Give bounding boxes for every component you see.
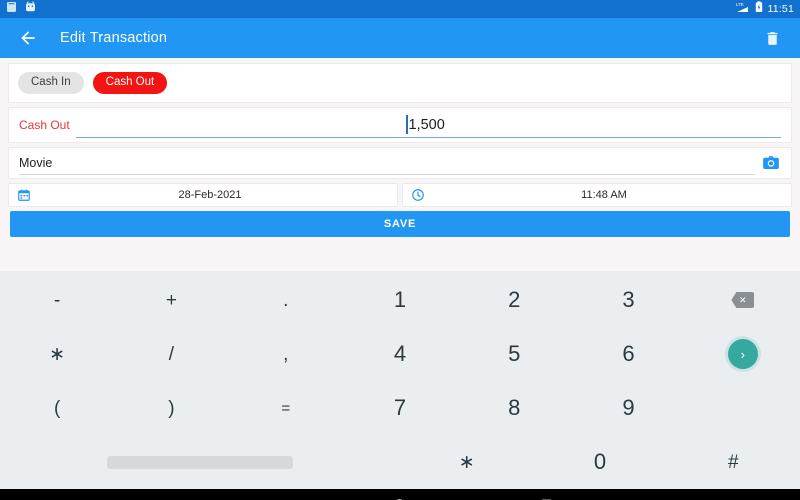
- note-value: Movie: [19, 155, 53, 170]
- arrow-left-icon: [21, 31, 35, 45]
- key-paren-open[interactable]: (: [0, 381, 114, 435]
- key-equals-glyph: =: [281, 399, 291, 417]
- key-comma-glyph: ,: [283, 343, 289, 365]
- chip-cash-in[interactable]: Cash In: [18, 72, 84, 94]
- key-slash[interactable]: /: [114, 327, 228, 381]
- status-bar-system: LTE 11:51: [736, 0, 795, 18]
- keyboard-row: ∗ /, 4 5 6 ›: [0, 327, 800, 381]
- camera-icon: [763, 156, 779, 169]
- key-8[interactable]: 8: [457, 381, 571, 435]
- type-chips-row: Cash In Cash Out: [8, 63, 792, 103]
- key-paren-close[interactable]: ): [114, 381, 228, 435]
- transaction-form: Cash In Cash Out Cash Out 1,500 Movie 28…: [0, 58, 800, 271]
- backspace-x-glyph: ✕: [739, 294, 747, 305]
- camera-button[interactable]: [761, 153, 781, 173]
- calendar-icon: [18, 189, 30, 201]
- date-value: 28-Feb-2021: [178, 189, 242, 201]
- amount-value: 1,500: [408, 116, 445, 133]
- key-minus-glyph: -: [53, 289, 61, 311]
- amount-row: Cash Out 1,500: [8, 107, 792, 143]
- time-picker[interactable]: 11:48 AM: [402, 183, 792, 207]
- nav-home-button[interactable]: [387, 492, 413, 500]
- key-paren-close-glyph: ): [168, 397, 175, 419]
- key-9[interactable]: 9: [571, 381, 685, 435]
- key-4[interactable]: 4: [343, 327, 457, 381]
- text-caret: [406, 115, 408, 134]
- key-1-glyph: 1: [393, 287, 407, 312]
- key-blank-1: [686, 381, 800, 435]
- app-bar: Edit Transaction: [0, 18, 800, 58]
- key-0-glyph: 0: [593, 449, 607, 474]
- date-picker[interactable]: 28-Feb-2021: [8, 183, 398, 207]
- chip-cash-out[interactable]: Cash Out: [92, 72, 168, 94]
- delete-button[interactable]: [760, 26, 784, 50]
- datetime-row: 28-Feb-2021 11:48 AM: [8, 183, 792, 207]
- key-period-glyph: .: [283, 289, 289, 311]
- keyboard-row: - +. 1 2 3 ✕: [0, 273, 800, 327]
- key-3-glyph: 3: [622, 287, 635, 312]
- status-bar-clock: 11:51: [767, 2, 794, 15]
- keyboard-row: () = 7 8 9: [0, 381, 800, 435]
- key-1[interactable]: 1: [343, 273, 457, 327]
- key-9-glyph: 9: [622, 395, 635, 420]
- note-row: Movie: [8, 147, 792, 179]
- key-2[interactable]: 2: [457, 273, 571, 327]
- trash-icon: [767, 31, 777, 45]
- backspace-icon: ✕: [731, 292, 755, 308]
- svg-text:LTE: LTE: [736, 2, 744, 7]
- nav-recents-button[interactable]: [534, 492, 560, 500]
- page-title: Edit Transaction: [60, 30, 168, 46]
- lte-signal-icon: LTE: [736, 0, 750, 18]
- key-0[interactable]: 0: [533, 435, 666, 489]
- key-paren-open-glyph: (: [53, 397, 61, 419]
- clock-icon: [412, 189, 424, 201]
- android-notification-icon: [25, 0, 36, 18]
- time-value: 11:48 AM: [581, 189, 627, 201]
- key-2-glyph: 2: [508, 287, 521, 312]
- key-asterisk[interactable]: ∗: [400, 435, 533, 489]
- status-bar-notifications: [6, 0, 36, 18]
- key-8-glyph: 8: [508, 395, 521, 420]
- key-equals[interactable]: =: [229, 381, 343, 435]
- key-plus-glyph: +: [165, 289, 177, 311]
- android-nav-bar: [0, 489, 800, 500]
- key-5[interactable]: 5: [457, 327, 571, 381]
- amount-value-wrap: 1,500: [406, 115, 445, 134]
- key-asterisk-math-glyph: ∗: [49, 343, 66, 365]
- numeric-keyboard: - +. 1 2 3 ✕ ∗ /, 4 5 6 › () = 7 8 9 ∗ 0 #: [0, 271, 800, 489]
- key-hash[interactable]: #: [667, 435, 800, 489]
- key-hash-glyph: #: [728, 451, 739, 473]
- enter-chevron-icon: ›: [727, 339, 758, 369]
- key-comma[interactable]: ,: [229, 327, 343, 381]
- key-7[interactable]: 7: [343, 381, 457, 435]
- back-button[interactable]: [16, 26, 40, 50]
- key-4-glyph: 4: [393, 341, 407, 366]
- amount-label: Cash Out: [19, 118, 70, 132]
- save-button[interactable]: SAVE: [10, 211, 790, 237]
- key-backspace[interactable]: ✕: [686, 273, 800, 327]
- nav-back-button[interactable]: [240, 492, 266, 500]
- key-slash-glyph: /: [168, 343, 175, 365]
- key-plus[interactable]: +: [114, 273, 228, 327]
- key-7-glyph: 7: [393, 395, 407, 420]
- key-6[interactable]: 6: [571, 327, 685, 381]
- key-5-glyph: 5: [508, 341, 521, 366]
- status-bar: LTE 11:51: [0, 0, 800, 18]
- key-enter[interactable]: ›: [686, 327, 800, 381]
- notification-icon: [6, 0, 17, 18]
- key-space[interactable]: [0, 435, 400, 489]
- amount-input[interactable]: 1,500: [75, 112, 781, 138]
- key-asterisk-math[interactable]: ∗: [0, 327, 114, 381]
- note-input[interactable]: Movie: [19, 151, 755, 175]
- keyboard-row: ∗ 0 #: [0, 435, 800, 489]
- key-period[interactable]: .: [229, 273, 343, 327]
- key-3[interactable]: 3: [571, 273, 685, 327]
- key-minus[interactable]: -: [0, 273, 114, 327]
- battery-icon: [755, 0, 763, 18]
- app-root: LTE 11:51 Edit Transaction Cash In Cash …: [0, 0, 800, 500]
- spacebar-bar: [107, 455, 293, 469]
- key-6-glyph: 6: [622, 341, 635, 366]
- key-asterisk-glyph: ∗: [458, 451, 475, 473]
